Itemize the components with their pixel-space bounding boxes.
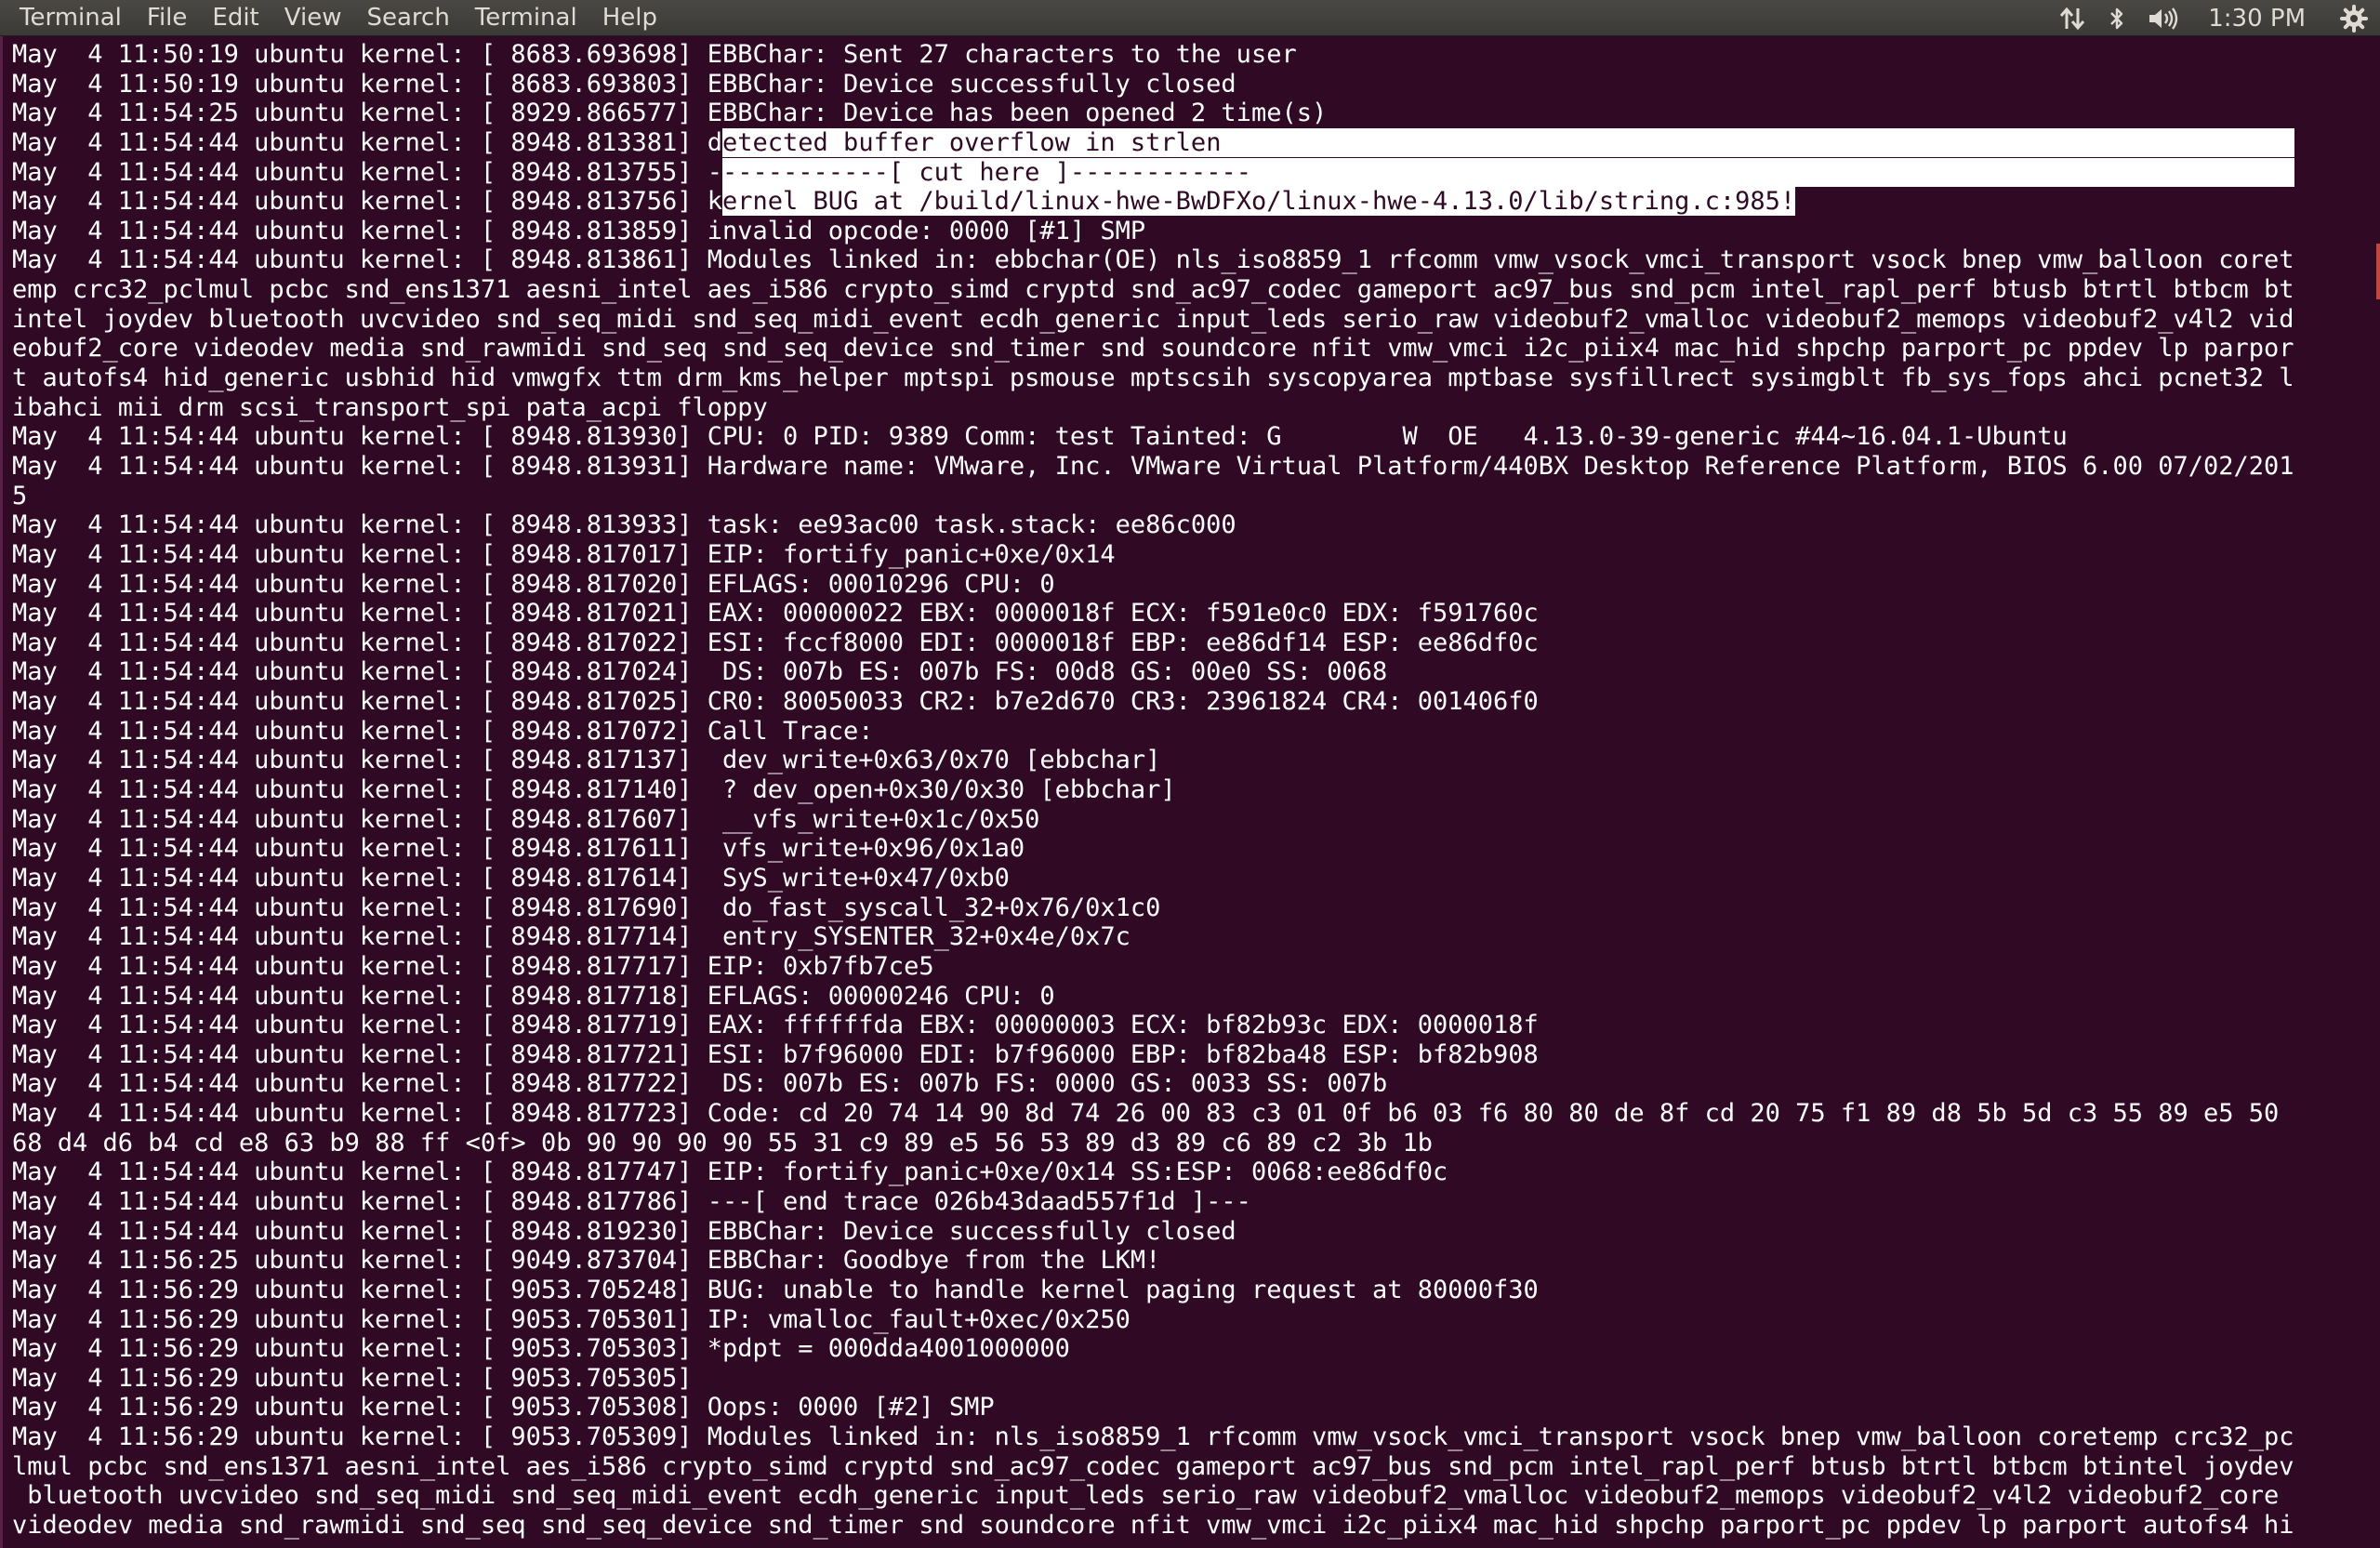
menu-app-terminal[interactable]: Terminal xyxy=(20,4,122,32)
clock[interactable]: 1:30 PM xyxy=(2208,0,2306,36)
terminal-line[interactable]: May 4 11:54:44 ubuntu kernel: [ 8948.813… xyxy=(12,510,2355,540)
terminal-line[interactable]: May 4 11:56:29 ubuntu kernel: [ 9053.705… xyxy=(12,1422,2355,1452)
terminal-line[interactable]: videodev media snd_rawmidi snd_seq snd_s… xyxy=(12,1511,2355,1541)
terminal-line[interactable]: intel joydev bluetooth uvcvideo snd_seq_… xyxy=(12,305,2355,335)
terminal-line[interactable]: May 4 11:54:44 ubuntu kernel: [ 8948.817… xyxy=(12,922,2355,952)
terminal-line[interactable]: 68 d4 d6 b4 cd e8 63 b9 88 ff <0f> 0b 90… xyxy=(12,1129,2355,1158)
gear-icon[interactable] xyxy=(2334,0,2374,36)
network-updown-icon[interactable] xyxy=(2050,0,2095,36)
terminal-line[interactable]: May 4 11:54:44 ubuntu kernel: [ 8948.817… xyxy=(12,717,2355,747)
terminal-line[interactable]: emp crc32_pclmul pcbc snd_ens1371 aesni_… xyxy=(12,275,2355,305)
terminal-line[interactable]: May 4 11:54:44 ubuntu kernel: [ 8948.817… xyxy=(12,1011,2355,1040)
terminal-line[interactable]: May 4 11:54:44 ubuntu kernel: [ 8948.817… xyxy=(12,570,2355,600)
terminal-line[interactable]: May 4 11:54:44 ubuntu kernel: [ 8948.817… xyxy=(12,628,2355,658)
menu-search[interactable]: Search xyxy=(366,4,449,32)
terminal-line[interactable]: May 4 11:54:44 ubuntu kernel: [ 8948.817… xyxy=(12,1069,2355,1099)
terminal-line[interactable]: t autofs4 hid_generic usbhid hid vmwgfx … xyxy=(12,364,2355,393)
menu-help[interactable]: Help xyxy=(602,4,657,32)
terminal-line[interactable]: May 4 11:56:29 ubuntu kernel: [ 9053.705… xyxy=(12,1393,2355,1422)
terminal-line[interactable]: 5 xyxy=(12,482,2355,511)
terminal-line[interactable]: May 4 11:54:44 ubuntu kernel: [ 8948.817… xyxy=(12,775,2355,805)
volume-icon[interactable] xyxy=(2145,0,2186,36)
terminal-line[interactable]: May 4 11:54:44 ubuntu kernel: [ 8948.813… xyxy=(12,127,2355,158)
app-menu: Terminal File Edit View Search Terminal … xyxy=(0,0,682,35)
system-indicators: 1:30 PM xyxy=(2050,0,2380,36)
menu-terminal[interactable]: Terminal xyxy=(475,4,577,32)
terminal-line[interactable]: May 4 11:54:44 ubuntu kernel: [ 8948.817… xyxy=(12,834,2355,864)
terminal-line[interactable]: May 4 11:54:44 ubuntu kernel: [ 8948.813… xyxy=(12,452,2355,482)
terminal-line[interactable]: ibahci mii drm scsi_transport_spi pata_a… xyxy=(12,393,2355,423)
terminal-line[interactable]: May 4 11:54:44 ubuntu kernel: [ 8948.819… xyxy=(12,1217,2355,1247)
window-left-edge xyxy=(0,36,3,1548)
terminal-line[interactable]: May 4 11:54:44 ubuntu kernel: [ 8948.813… xyxy=(12,187,2355,217)
terminal-output[interactable]: May 4 11:50:19 ubuntu kernel: [ 8683.693… xyxy=(0,36,2380,1548)
terminal-line-prefix: May 4 11:54:44 ubuntu kernel: [ 8948.813… xyxy=(12,157,723,187)
terminal-line[interactable]: May 4 11:56:29 ubuntu kernel: [ 9053.705… xyxy=(12,1334,2355,1364)
terminal-line[interactable]: May 4 11:54:44 ubuntu kernel: [ 8948.817… xyxy=(12,1099,2355,1129)
terminal-line[interactable]: May 4 11:54:44 ubuntu kernel: [ 8948.817… xyxy=(12,687,2355,717)
terminal-line[interactable]: May 4 11:54:44 ubuntu kernel: [ 8948.813… xyxy=(12,217,2355,246)
terminal-line[interactable]: May 4 11:54:44 ubuntu kernel: [ 8948.817… xyxy=(12,982,2355,1012)
terminal-line[interactable]: May 4 11:56:29 ubuntu kernel: [ 9053.705… xyxy=(12,1305,2355,1335)
terminal-line[interactable]: May 4 11:54:44 ubuntu kernel: [ 8948.817… xyxy=(12,1040,2355,1070)
terminal-line[interactable]: May 4 11:56:29 ubuntu kernel: [ 9053.705… xyxy=(12,1364,2355,1394)
selected-text[interactable]: ernel BUG at /build/linux-hwe-BwDFXo/lin… xyxy=(722,187,1796,217)
menu-view[interactable]: View xyxy=(284,4,342,32)
menu-file[interactable]: File xyxy=(147,4,188,32)
top-menu-bar: Terminal File Edit View Search Terminal … xyxy=(0,0,2380,36)
scrollbar-marker[interactable] xyxy=(2376,244,2380,299)
terminal-line[interactable]: May 4 11:54:25 ubuntu kernel: [ 8929.866… xyxy=(12,99,2355,128)
terminal-line[interactable]: May 4 11:54:44 ubuntu kernel: [ 8948.817… xyxy=(12,952,2355,982)
terminal-line[interactable]: May 4 11:54:44 ubuntu kernel: [ 8948.813… xyxy=(12,157,2355,188)
menu-edit[interactable]: Edit xyxy=(212,4,258,32)
terminal-line[interactable]: lmul pcbc snd_ens1371 aesni_intel aes_i5… xyxy=(12,1452,2355,1482)
selected-text[interactable]: etected buffer overflow in strlen xyxy=(722,127,2294,157)
terminal-line[interactable]: May 4 11:54:44 ubuntu kernel: [ 8948.813… xyxy=(12,422,2355,452)
terminal-line[interactable]: May 4 11:54:44 ubuntu kernel: [ 8948.817… xyxy=(12,805,2355,835)
terminal-line[interactable]: May 4 11:54:44 ubuntu kernel: [ 8948.817… xyxy=(12,1158,2355,1187)
selected-text[interactable]: -----------[ cut here ]------------ xyxy=(722,157,2294,187)
bluetooth-icon[interactable] xyxy=(2104,0,2130,36)
terminal-line[interactable]: May 4 11:54:44 ubuntu kernel: [ 8948.817… xyxy=(12,657,2355,687)
terminal-line[interactable]: May 4 11:54:44 ubuntu kernel: [ 8948.817… xyxy=(12,864,2355,893)
terminal-line[interactable]: May 4 11:54:44 ubuntu kernel: [ 8948.817… xyxy=(12,746,2355,775)
terminal-line[interactable]: bluetooth uvcvideo snd_seq_midi snd_seq_… xyxy=(12,1481,2355,1511)
terminal-line[interactable]: May 4 11:54:44 ubuntu kernel: [ 8948.817… xyxy=(12,893,2355,923)
terminal-line[interactable]: May 4 11:50:19 ubuntu kernel: [ 8683.693… xyxy=(12,70,2355,99)
terminal-line[interactable]: May 4 11:50:19 ubuntu kernel: [ 8683.693… xyxy=(12,40,2355,70)
terminal-line[interactable]: May 4 11:54:44 ubuntu kernel: [ 8948.817… xyxy=(12,599,2355,628)
terminal-text[interactable]: May 4 11:50:19 ubuntu kernel: [ 8683.693… xyxy=(12,40,2355,1541)
terminal-line[interactable]: May 4 11:56:25 ubuntu kernel: [ 9049.873… xyxy=(12,1246,2355,1276)
terminal-line[interactable]: May 4 11:56:29 ubuntu kernel: [ 9053.705… xyxy=(12,1276,2355,1305)
terminal-line-prefix: May 4 11:54:44 ubuntu kernel: [ 8948.813… xyxy=(12,187,723,217)
terminal-line[interactable]: May 4 11:54:44 ubuntu kernel: [ 8948.817… xyxy=(12,1187,2355,1217)
terminal-line[interactable]: May 4 11:54:44 ubuntu kernel: [ 8948.817… xyxy=(12,540,2355,570)
terminal-line[interactable]: eobuf2_core videodev media snd_rawmidi s… xyxy=(12,334,2355,364)
terminal-line-prefix: May 4 11:54:44 ubuntu kernel: [ 8948.813… xyxy=(12,127,723,157)
terminal-line[interactable]: May 4 11:54:44 ubuntu kernel: [ 8948.813… xyxy=(12,245,2355,275)
